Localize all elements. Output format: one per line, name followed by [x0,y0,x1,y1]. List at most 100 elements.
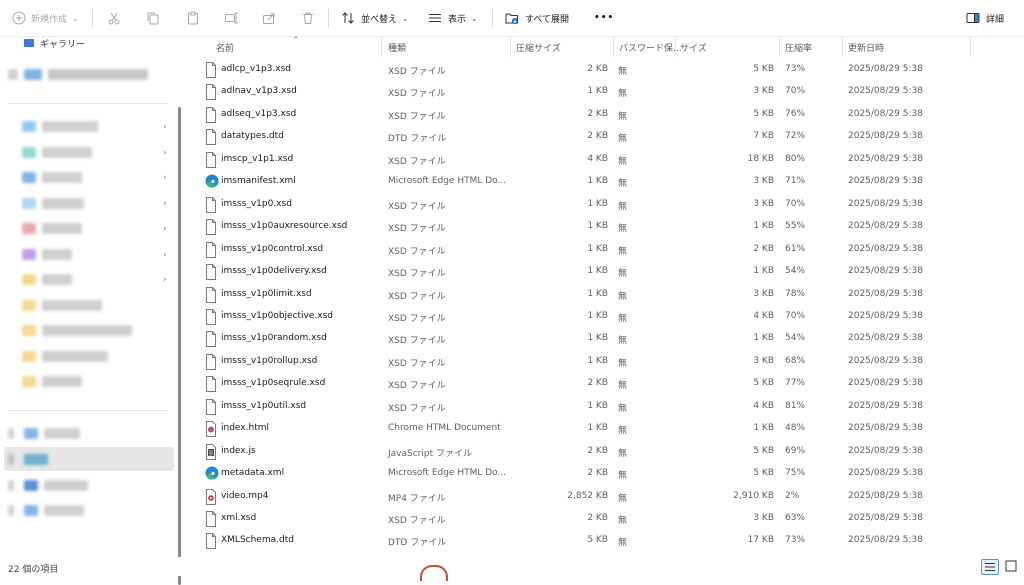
file-password: 無 [618,493,628,504]
file-row[interactable]: imsss_v1p0limit.xsd XSD ファイル 1 KB 無 3 KB 78% 2… [188,285,1024,307]
sidebar-scrollbar[interactable] [178,107,181,585]
cut-button[interactable] [107,8,121,28]
copy-icon [146,11,160,25]
chevron-right-icon[interactable]: › [163,224,171,234]
file-type: XSD ファイル [388,313,446,324]
column-header-name[interactable]: 名前 [216,41,234,54]
file-row[interactable]: adlseq_v1p3.xsd XSD ファイル 2 KB 無 5 KB 76% 2025/… [188,105,1024,127]
share-button[interactable] [262,8,276,28]
file-password: 無 [618,269,628,280]
sidebar-item-blurred[interactable] [22,347,108,365]
column-divider[interactable] [842,37,843,57]
file-name: xml.xsd [221,513,257,523]
file-size: 3 KB [753,86,774,97]
sidebar-item-blurred[interactable] [8,65,148,83]
sidebar-item-blurred[interactable] [22,219,82,237]
file-row[interactable]: adlnav_v1p3.xsd XSD ファイル 1 KB 無 3 KB 70% 2025/… [188,82,1024,104]
large-icons-view-button[interactable] [1003,559,1019,573]
delete-button[interactable] [301,8,315,28]
sidebar-item-blurred[interactable] [22,270,72,288]
more-options-button[interactable]: ••• [594,8,614,28]
chevron-right-icon[interactable]: › [163,250,171,260]
copy-button[interactable] [146,8,160,28]
file-row[interactable]: index.js JavaScript ファイル 2 KB 無 5 KB 69% 2025/… [188,442,1024,464]
file-ratio: 80% [785,153,806,164]
sort-button[interactable]: 並べ替え ⌄ [341,8,409,28]
chevron-right-icon[interactable]: › [163,148,171,158]
column-divider[interactable] [381,37,382,57]
file-name: imscp_v1p1.xsd [221,153,294,164]
file-password: 無 [618,291,628,302]
sidebar-item-blurred[interactable] [8,476,88,494]
file-row[interactable]: imsss_v1p0.xsd XSD ファイル 1 KB 無 3 KB 70% 2025/0… [188,195,1024,217]
sidebar-item-blurred[interactable] [8,424,80,442]
paste-button[interactable] [186,8,200,28]
file-size: 18 KB [747,153,774,164]
sidebar-item-blurred[interactable] [22,117,98,135]
column-header-type[interactable]: 種類 [388,41,406,54]
file-size: 3 KB [753,288,774,299]
file-name: imsmanifest.xml [221,176,296,187]
sidebar-item-gallery[interactable]: ギャラリー [24,37,85,49]
expand-all-button[interactable]: すべて展開 [505,8,569,28]
file-row[interactable]: imsss_v1p0control.xsd XSD ファイル 1 KB 無 2 KB 61… [188,240,1024,262]
column-header-modified[interactable]: 更新日時 [848,41,884,54]
sidebar-item-blurred[interactable] [8,501,84,519]
file-row[interactable]: video.mp4 MP4 ファイル 2,852 KB 無 2,910 KB 2% 2025… [188,487,1024,509]
file-row[interactable]: xml.xsd XSD ファイル 2 KB 無 3 KB 63% 2025/08/29 5:… [188,509,1024,531]
column-header-ratio[interactable]: 圧縮率 [785,41,812,54]
column-header-compressed-size[interactable]: 圧縮サイズ [516,41,561,54]
column-divider[interactable] [510,37,511,57]
column-header-size[interactable]: サイズ [680,41,707,54]
column-divider[interactable] [970,37,971,57]
sidebar-item-blurred[interactable] [22,168,82,186]
file-icon [205,353,217,370]
sidebar-item-label: ギャラリー [40,39,86,50]
scissors-icon [107,11,121,25]
file-type: XSD ファイル [388,201,446,212]
view-button-label: 表示 [448,14,467,25]
file-modified: 2025/08/29 5:38 [848,423,923,434]
sidebar-item-blurred[interactable] [22,372,82,390]
file-row[interactable]: metadata.xml Microsoft Edge HTML Do... 2 K… [188,464,1024,486]
file-row[interactable]: imsss_v1p0objective.xsd XSD ファイル 1 KB 無 4 KB… [188,307,1024,329]
sidebar-item-blurred[interactable] [22,296,102,314]
column-header-password[interactable]: パスワード保... [619,41,682,54]
new-button[interactable]: 新規作成 ⌄ [12,8,79,28]
sidebar-item-blurred[interactable] [8,450,48,468]
chevron-right-icon[interactable]: › [163,122,171,132]
details-pane-button[interactable]: 詳細 [966,8,1004,28]
file-row[interactable]: adlcp_v1p3.xsd XSD ファイル 2 KB 無 5 KB 73% 2025/0… [188,60,1024,82]
file-row[interactable]: imscp_v1p1.xsd XSD ファイル 4 KB 無 18 KB 80% 2025/… [188,150,1024,172]
file-ratio: 48% [785,423,806,434]
file-ratio: 69% [785,445,806,456]
chevron-right-icon[interactable]: › [163,199,171,209]
file-row[interactable]: imsss_v1p0random.xsd XSD ファイル 1 KB 無 1 KB 54%… [188,329,1024,351]
file-row[interactable]: datatypes.dtd DTD ファイル 2 KB 無 7 KB 72% 2025/08… [188,127,1024,149]
file-compressed-size: 2 KB [587,513,608,523]
column-divider[interactable] [675,37,676,57]
file-ratio: 78% [785,288,806,299]
view-button[interactable]: 表示 ⌄ [428,8,478,28]
details-view-button[interactable] [981,559,999,575]
rename-button[interactable] [224,8,238,28]
column-divider[interactable] [613,37,614,57]
file-row[interactable]: imsmanifest.xml Microsoft Edge HTML Do...… [188,172,1024,194]
file-row[interactable]: imsss_v1p0rollup.xsd XSD ファイル 1 KB 無 3 KB 68%… [188,352,1024,374]
file-row[interactable]: imsss_v1p0delivery.xsd XSD ファイル 1 KB 無 1 KB 5… [188,262,1024,284]
file-row[interactable]: imsss_v1p0seqrule.xsd XSD ファイル 2 KB 無 5 KB 77… [188,374,1024,396]
file-ratio: 61% [785,243,806,254]
file-size: 5 KB [753,64,774,74]
file-list: ⌃ 名前 種類 圧縮サイズ パスワード保... サイズ 圧縮率 更新日時 adl… [188,36,1024,557]
sidebar-item-blurred[interactable] [22,245,72,263]
sidebar-item-blurred[interactable] [22,321,132,339]
file-row[interactable]: imsss_v1p0util.xsd XSD ファイル 1 KB 無 4 KB 81% 20… [188,397,1024,419]
file-row[interactable]: index.html Chrome HTML Document 1 KB 無 1 KB 4… [188,419,1024,441]
sidebar-item-blurred[interactable] [22,194,84,212]
sidebar-item-blurred[interactable] [22,143,92,161]
file-row[interactable]: XMLSchema.dtd DTD ファイル 5 KB 無 17 KB 73% 2025/0… [188,531,1024,553]
column-divider[interactable] [779,37,780,57]
chevron-right-icon[interactable]: › [163,173,171,183]
chevron-right-icon[interactable]: › [163,275,171,285]
file-row[interactable]: imsss_v1p0auxresource.xsd XSD ファイル 1 KB 無 1 … [188,217,1024,239]
